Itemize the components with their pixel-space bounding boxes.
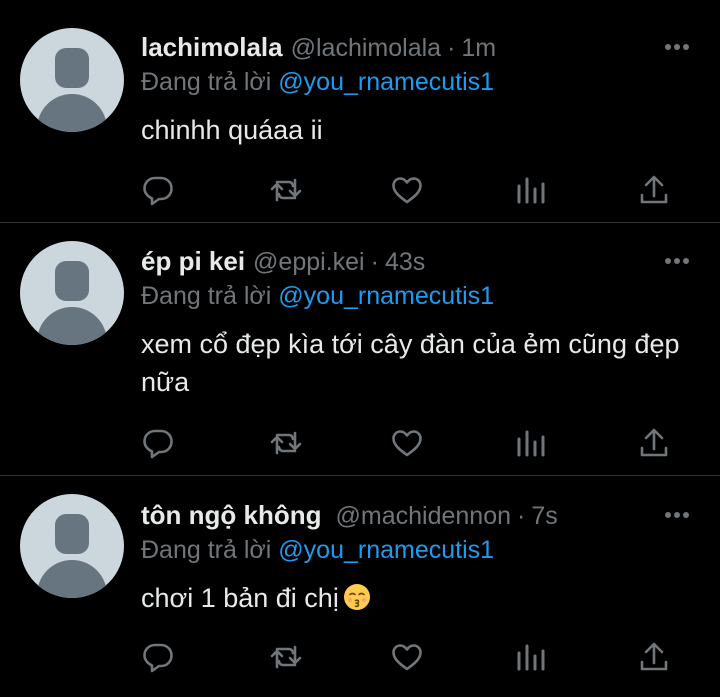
- reply-mention-link[interactable]: @you_rnamecutis1: [278, 536, 494, 564]
- retweet-icon: [270, 178, 302, 202]
- reply-mention-link[interactable]: @you_rnamecutis1: [278, 282, 494, 310]
- avatar[interactable]: [20, 241, 124, 345]
- timestamp[interactable]: 7s: [531, 502, 557, 531]
- display-name[interactable]: tôn ngộ không: [141, 500, 322, 531]
- retweet-button[interactable]: [269, 640, 303, 674]
- replying-to-label: Đang trả lời: [141, 282, 279, 310]
- avatar-default-body: [37, 560, 107, 598]
- share-icon: [640, 175, 668, 204]
- reply-timeline: lachimolala @lachimolala · 1m Đang trả l…: [0, 0, 720, 697]
- avatar-default-body: [37, 94, 107, 132]
- like-button[interactable]: [390, 640, 424, 674]
- tweet-text-content: chơi 1 bản đi chị: [141, 583, 339, 613]
- reply-button[interactable]: [141, 426, 175, 460]
- tweet-actions: [141, 640, 681, 674]
- views-button[interactable]: [514, 173, 548, 207]
- tweet-reply[interactable]: tôn ngộ không @machidennon · 7s Đang trả…: [0, 476, 720, 697]
- views-button[interactable]: [514, 426, 548, 460]
- reply-button[interactable]: [141, 173, 175, 207]
- tweet-header: tôn ngộ không @machidennon · 7s: [141, 500, 700, 530]
- share-button[interactable]: [637, 426, 671, 460]
- heart-icon: [392, 430, 422, 457]
- retweet-button[interactable]: [269, 426, 303, 460]
- analytics-icon: [517, 430, 545, 457]
- views-button[interactable]: [514, 640, 548, 674]
- reply-icon: [143, 176, 173, 206]
- replying-to-label: Đang trả lời: [141, 536, 279, 564]
- reply-mention-link[interactable]: @you_rnamecutis1: [278, 68, 494, 96]
- display-name[interactable]: lachimolala: [141, 32, 283, 63]
- avatar-default-head: [55, 514, 89, 554]
- heart-icon: [392, 644, 422, 671]
- replying-to-label: Đang trả lời: [141, 68, 279, 96]
- separator-dot: ·: [517, 502, 526, 530]
- analytics-icon: [517, 644, 545, 671]
- replying-to: Đang trả lời @you_rnamecutis1: [141, 536, 700, 565]
- tweet-content: tôn ngộ không @machidennon · 7s Đang trả…: [141, 500, 700, 617]
- tweet-text: chơi 1 bản đi chị: [141, 579, 700, 617]
- avatar[interactable]: [20, 28, 124, 132]
- tweet-actions: [141, 173, 681, 207]
- like-button[interactable]: [390, 173, 424, 207]
- tweet-header: lachimolala @lachimolala · 1m: [141, 32, 700, 62]
- user-handle[interactable]: @lachimolala: [291, 34, 441, 63]
- reply-button[interactable]: [141, 640, 175, 674]
- reply-icon: [143, 429, 173, 459]
- tweet-reply[interactable]: ép pi kei @eppi.kei · 43s Đang trả lời @…: [0, 223, 720, 475]
- user-handle[interactable]: @machidennon: [336, 502, 512, 531]
- like-button[interactable]: [390, 426, 424, 460]
- tweet-header: ép pi kei @eppi.kei · 43s: [141, 246, 700, 276]
- display-name[interactable]: ép pi kei: [141, 246, 245, 277]
- separator-dot: ·: [370, 248, 379, 276]
- share-button[interactable]: [637, 640, 671, 674]
- retweet-button[interactable]: [269, 173, 303, 207]
- share-button[interactable]: [637, 173, 671, 207]
- tweet-content: lachimolala @lachimolala · 1m Đang trả l…: [141, 32, 700, 149]
- tweet-content: ép pi kei @eppi.kei · 43s Đang trả lời @…: [141, 246, 700, 401]
- avatar[interactable]: [20, 494, 124, 598]
- avatar-default-head: [55, 48, 89, 88]
- analytics-icon: [517, 177, 545, 204]
- user-handle[interactable]: @eppi.kei: [253, 248, 365, 277]
- retweet-icon: [270, 645, 302, 669]
- tweet-actions: [141, 426, 681, 460]
- separator-dot: ·: [447, 34, 456, 62]
- avatar-default-head: [55, 261, 89, 301]
- tweet-text: chinhh quáaa ii: [141, 115, 323, 145]
- tweet-text: xem cổ đẹp kìa tới cây đàn của ẻm cũng đ…: [141, 329, 680, 397]
- retweet-icon: [270, 431, 302, 455]
- avatar-default-body: [37, 307, 107, 345]
- heart-icon: [392, 177, 422, 204]
- timestamp[interactable]: 43s: [385, 248, 425, 277]
- replying-to: Đang trả lời @you_rnamecutis1: [141, 282, 700, 311]
- share-icon: [640, 642, 668, 671]
- timestamp[interactable]: 1m: [461, 34, 496, 63]
- share-icon: [640, 428, 668, 457]
- replying-to: Đang trả lời @you_rnamecutis1: [141, 68, 700, 97]
- reply-icon: [143, 643, 173, 673]
- tweet-reply[interactable]: lachimolala @lachimolala · 1m Đang trả l…: [0, 0, 720, 222]
- kissing-face-emoji-icon: [343, 584, 370, 610]
